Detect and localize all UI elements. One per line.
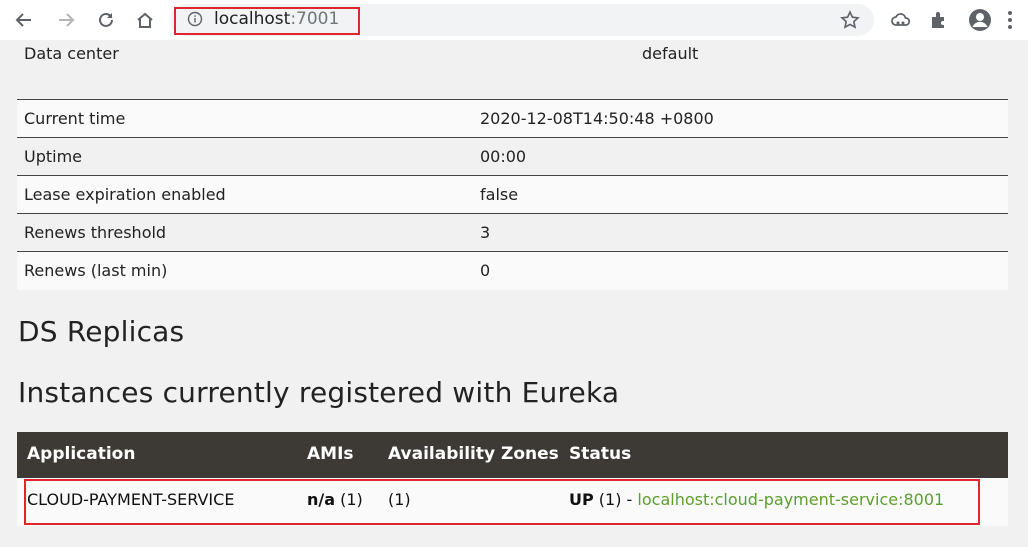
header-zones: Availability Zones	[388, 444, 559, 464]
table-row: Lease expiration enabled false	[17, 175, 1008, 214]
table-row: Current time 2020-12-08T14:50:48 +0800	[17, 99, 1008, 138]
star-icon[interactable]	[840, 10, 860, 30]
header-amis: AMIs	[307, 444, 354, 464]
browser-toolbar: localhost:7001	[0, 0, 1028, 40]
puzzle-icon[interactable]	[928, 8, 952, 32]
general-info-table: Current time 2020-12-08T14:50:48 +0800 U…	[17, 99, 1008, 290]
info-label: Renews (last min)	[17, 251, 473, 290]
page-content: Data center default Current time 2020-12…	[17, 40, 1008, 526]
info-value: 0	[473, 251, 1008, 290]
info-value: 3	[473, 213, 1008, 252]
info-value: false	[473, 175, 1008, 214]
url-annotation-box	[174, 7, 360, 35]
header-status: Status	[569, 444, 632, 464]
row-annotation-box	[24, 479, 980, 525]
info-value: 00:00	[473, 137, 1008, 176]
home-icon[interactable]	[131, 6, 159, 34]
forward-icon[interactable]	[52, 6, 80, 34]
table-row: Renews (last min) 0	[17, 251, 1008, 290]
header-application: Application	[27, 444, 136, 464]
data-center-value: default	[642, 44, 699, 63]
data-center-label: Data center	[24, 44, 119, 63]
info-label: Current time	[17, 99, 473, 138]
instances-heading: Instances currently registered with Eure…	[18, 376, 620, 409]
info-label: Uptime	[17, 137, 473, 176]
profile-icon[interactable]	[968, 8, 992, 32]
extension-cloud-icon[interactable]	[889, 8, 913, 32]
info-label: Lease expiration enabled	[17, 175, 473, 214]
menu-icon[interactable]	[1004, 8, 1016, 32]
back-icon[interactable]	[10, 6, 38, 34]
ds-replicas-heading: DS Replicas	[18, 315, 185, 348]
info-label: Renews threshold	[17, 213, 473, 252]
table-row: Renews threshold 3	[17, 213, 1008, 252]
instances-table-header: Application AMIs Availability Zones Stat…	[17, 432, 1008, 478]
data-center-row: Data center default	[17, 40, 1008, 99]
table-row: Uptime 00:00	[17, 137, 1008, 176]
info-value: 2020-12-08T14:50:48 +0800	[473, 99, 1008, 138]
reload-icon[interactable]	[92, 6, 120, 34]
